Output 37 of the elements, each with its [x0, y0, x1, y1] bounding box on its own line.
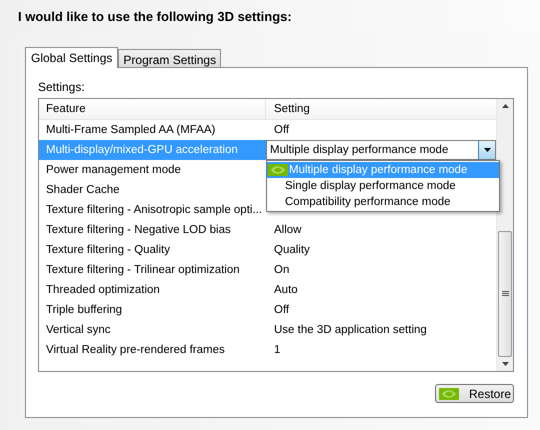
- feature-name[interactable]: Shader Cache: [39, 184, 266, 196]
- column-title[interactable]: Setting: [266, 103, 496, 115]
- scroll-down-icon[interactable]: [502, 362, 508, 366]
- tab[interactable]: Global Settings: [25, 47, 118, 68]
- grip-icon: [502, 291, 508, 296]
- feature-name[interactable]: Threaded optimization: [39, 284, 266, 296]
- setting-value[interactable]: Off: [266, 304, 496, 316]
- dropdown-arrow-icon: [484, 148, 490, 152]
- feature-name[interactable]: Texture filtering - Negative LOD bias: [39, 224, 266, 236]
- feature-name[interactable]: Virtual Reality pre-rendered frames: [39, 344, 266, 356]
- logo-icon: [439, 388, 459, 400]
- feature-name[interactable]: Texture filtering - Trilinear optimization: [39, 264, 266, 276]
- tab[interactable]: Program Settings: [118, 49, 222, 67]
- restore-button[interactable]: Restore: [435, 384, 514, 403]
- dropdown-option[interactable]: Compatibility performance mode: [267, 194, 499, 210]
- feature-name[interactable]: Texture filtering - Anisotropic sample opti...: [39, 204, 266, 216]
- feature-name[interactable]: Vertical sync: [39, 324, 266, 336]
- logo-icon: [268, 164, 288, 176]
- setting-value[interactable]: Allow: [266, 224, 496, 236]
- setting-value[interactable]: Use the 3D application setting: [266, 324, 496, 336]
- feature-name[interactable]: Texture filtering - Quality: [39, 244, 266, 256]
- column-title[interactable]: Feature: [39, 99, 266, 119]
- feature-name[interactable]: Multi-Frame Sampled AA (MFAA): [39, 124, 266, 136]
- setting-value[interactable]: On: [266, 264, 496, 276]
- feature-name[interactable]: Triple buffering: [39, 304, 266, 316]
- scrollbar-thumb[interactable]: [498, 230, 512, 356]
- settings-label: Settings:: [38, 80, 85, 94]
- feature-name[interactable]: Power management mode: [39, 164, 266, 176]
- heading: I would like to use the following 3D settings:: [17, 8, 293, 26]
- setting-dropdown[interactable]: Multiple display performance mode: [266, 140, 496, 160]
- scrollbar[interactable]: [496, 99, 513, 371]
- setting-value[interactable]: Auto: [266, 284, 496, 296]
- scroll-up-icon[interactable]: [502, 104, 508, 108]
- setting-value[interactable]: 1: [266, 344, 496, 356]
- setting-value[interactable]: Off: [266, 124, 496, 136]
- setting-value[interactable]: Quality: [266, 244, 496, 256]
- dropdown-option[interactable]: Single display performance mode: [267, 178, 499, 194]
